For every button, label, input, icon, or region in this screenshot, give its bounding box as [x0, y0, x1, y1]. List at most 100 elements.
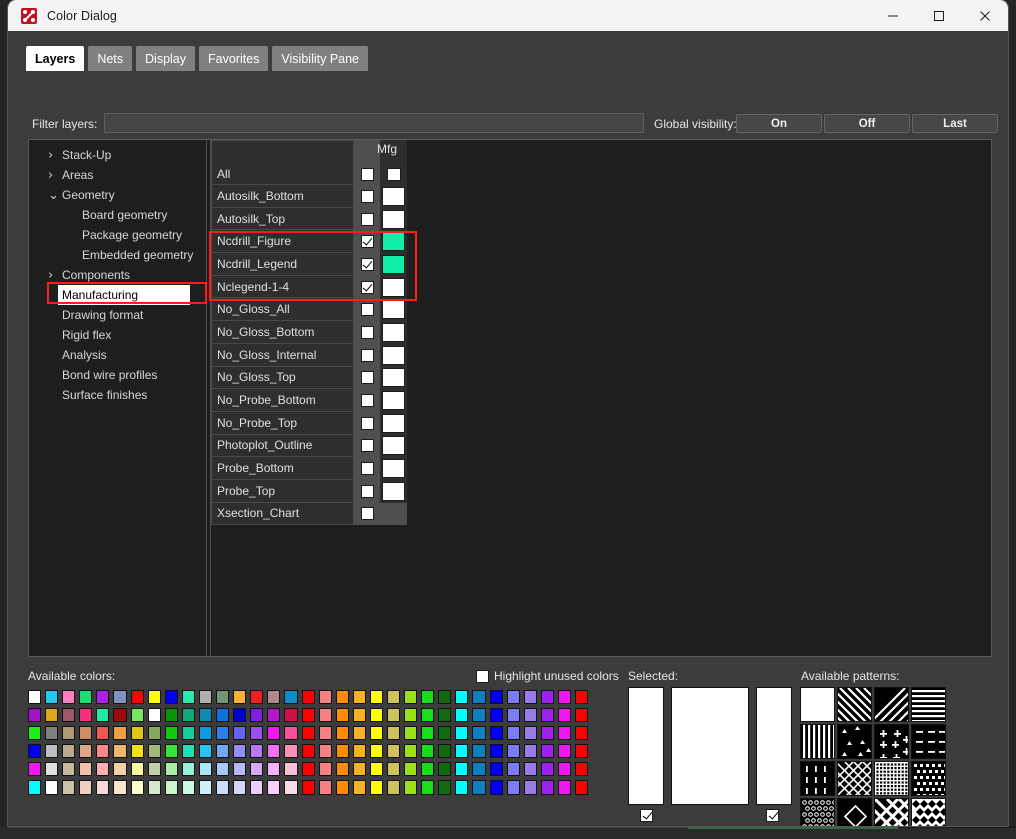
palette-color-cell[interactable] — [282, 688, 299, 706]
layer-color-cell[interactable] — [380, 230, 407, 254]
chevron-down-icon[interactable]: ⌄ — [48, 185, 59, 205]
layer-visibility-checkbox[interactable] — [360, 507, 374, 521]
palette-color-cell[interactable] — [505, 724, 522, 742]
palette-color-cell[interactable] — [43, 742, 60, 760]
palette-color-cell[interactable] — [300, 742, 317, 760]
palette-color-cell[interactable] — [505, 778, 522, 796]
palette-color-cell[interactable] — [180, 688, 197, 706]
pattern-large-diamond[interactable] — [837, 798, 872, 826]
palette-color-cell[interactable] — [94, 778, 111, 796]
layer-color-swatch[interactable] — [386, 168, 401, 181]
pattern-plus-signs[interactable] — [874, 724, 909, 759]
palette-color-cell[interactable] — [419, 778, 436, 796]
palette-color-cell[interactable] — [265, 760, 282, 778]
layer-mfg-cell[interactable] — [354, 253, 380, 276]
layer-row[interactable]: No_Gloss_Top — [211, 366, 407, 390]
palette-color-cell[interactable] — [351, 706, 368, 724]
palette-color-cell[interactable] — [111, 742, 128, 760]
palette-color-cell[interactable] — [470, 706, 487, 724]
palette-color-cell[interactable] — [146, 742, 163, 760]
layer-color-swatch[interactable] — [382, 481, 405, 501]
layer-color-cell[interactable] — [380, 253, 407, 276]
pattern-diag-back-dense[interactable] — [837, 687, 872, 722]
layer-visibility-checkbox[interactable] — [360, 325, 374, 339]
palette-color-cell[interactable] — [43, 724, 60, 742]
layer-mfg-cell[interactable] — [354, 366, 380, 390]
layer-mfg-cell[interactable] — [354, 411, 380, 435]
palette-color-cell[interactable] — [368, 724, 385, 742]
palette-color-cell[interactable] — [573, 724, 590, 742]
palette-color-cell[interactable] — [77, 706, 94, 724]
layer-mfg-cell[interactable] — [354, 479, 380, 503]
palette-color-cell[interactable] — [282, 724, 299, 742]
palette-color-cell[interactable] — [300, 778, 317, 796]
pattern-dots-diamond[interactable] — [911, 761, 946, 796]
palette-color-cell[interactable] — [146, 706, 163, 724]
tree-item-board-geometry[interactable]: Board geometry — [29, 205, 206, 225]
pattern-solid[interactable] — [800, 687, 835, 722]
layer-mfg-cell[interactable] — [354, 230, 380, 254]
palette-color-cell[interactable] — [214, 724, 231, 742]
palette-color-cell[interactable] — [317, 742, 334, 760]
selected-pattern-checkbox[interactable] — [766, 809, 779, 822]
palette-color-cell[interactable] — [453, 760, 470, 778]
palette-color-cell[interactable] — [282, 706, 299, 724]
selected-color-swatch-1[interactable] — [628, 687, 664, 805]
highlight-unused-colors-checkbox[interactable] — [476, 670, 489, 683]
filter-layers-input[interactable] — [104, 113, 644, 133]
palette-color-cell[interactable] — [60, 706, 77, 724]
palette-color-cell[interactable] — [282, 778, 299, 796]
layer-visibility-checkbox[interactable] — [360, 371, 374, 385]
layer-color-swatch[interactable] — [382, 209, 405, 229]
layer-color-swatch[interactable] — [382, 186, 405, 206]
palette-color-cell[interactable] — [556, 724, 573, 742]
pattern-short-vertical-dashes[interactable] — [800, 761, 835, 796]
pattern-crosshatch-diag[interactable] — [837, 761, 872, 796]
palette-color-cell[interactable] — [77, 760, 94, 778]
palette-color-cell[interactable] — [231, 688, 248, 706]
palette-color-cell[interactable] — [402, 742, 419, 760]
palette-color-cell[interactable] — [453, 778, 470, 796]
layer-mfg-cell[interactable] — [354, 343, 380, 367]
layer-visibility-checkbox[interactable] — [360, 303, 374, 317]
palette-color-cell[interactable] — [300, 706, 317, 724]
palette-color-cell[interactable] — [248, 742, 265, 760]
palette-color-cell[interactable] — [368, 706, 385, 724]
tree-item-analysis[interactable]: Analysis — [29, 345, 206, 365]
layer-visibility-checkbox[interactable] — [360, 212, 374, 226]
palette-color-cell[interactable] — [231, 742, 248, 760]
palette-color-cell[interactable] — [231, 778, 248, 796]
palette-color-cell[interactable] — [522, 742, 539, 760]
selected-color-preview[interactable] — [671, 687, 749, 805]
layer-color-swatch[interactable] — [382, 254, 405, 274]
chevron-right-icon[interactable]: › — [48, 145, 53, 165]
palette-color-cell[interactable] — [385, 706, 402, 724]
palette-color-cell[interactable] — [351, 778, 368, 796]
palette-color-cell[interactable] — [77, 688, 94, 706]
palette-color-cell[interactable] — [522, 760, 539, 778]
palette-color-cell[interactable] — [26, 760, 43, 778]
palette-color-cell[interactable] — [197, 742, 214, 760]
palette-color-cell[interactable] — [60, 778, 77, 796]
layer-visibility-checkbox[interactable] — [360, 416, 374, 430]
palette-color-cell[interactable] — [214, 742, 231, 760]
palette-color-cell[interactable] — [556, 688, 573, 706]
maximize-icon[interactable] — [916, 0, 962, 31]
available-patterns-grid[interactable] — [800, 687, 946, 826]
pattern-vertical-lines[interactable] — [800, 724, 835, 759]
layer-visibility-checkbox[interactable] — [360, 484, 374, 498]
palette-color-cell[interactable] — [111, 688, 128, 706]
palette-color-cell[interactable] — [94, 724, 111, 742]
palette-color-cell[interactable] — [214, 778, 231, 796]
pattern-diag-forward[interactable] — [874, 687, 909, 722]
layer-row[interactable]: Ncdrill_Legend — [211, 253, 407, 276]
tree-item-package-geometry[interactable]: Package geometry — [29, 225, 206, 245]
palette-color-cell[interactable] — [197, 778, 214, 796]
palette-color-cell[interactable] — [573, 688, 590, 706]
layer-row[interactable]: No_Gloss_All — [211, 298, 407, 322]
pattern-horizontal-lines[interactable] — [911, 687, 946, 722]
palette-color-cell[interactable] — [231, 760, 248, 778]
palette-color-cell[interactable] — [163, 760, 180, 778]
palette-color-cell[interactable] — [129, 688, 146, 706]
layer-color-cell[interactable] — [380, 275, 407, 299]
